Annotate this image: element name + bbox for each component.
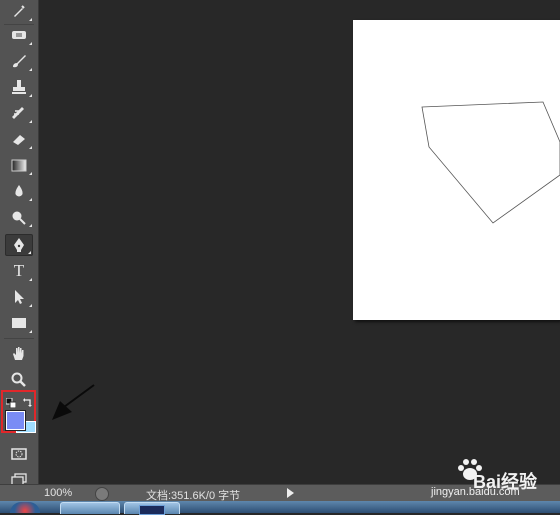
- eraser-tool[interactable]: [5, 128, 33, 150]
- swap-colors-icon[interactable]: [23, 394, 33, 407]
- watermark-url: jingyan.baidu.com: [431, 486, 520, 498]
- start-button[interactable]: [10, 502, 40, 513]
- eyedropper-tool[interactable]: [5, 0, 33, 22]
- zoom-level[interactable]: 100%: [44, 487, 72, 499]
- eyedropper-icon: [14, 5, 25, 17]
- eraser-icon: [13, 135, 25, 145]
- hand-tool[interactable]: [5, 342, 33, 364]
- clone-stamp-tool[interactable]: [5, 76, 33, 98]
- windows-taskbar: [0, 501, 560, 515]
- default-colors-icon[interactable]: [5, 395, 17, 409]
- brush-tool[interactable]: [5, 50, 33, 72]
- taskbar-ie-button[interactable]: [60, 502, 120, 514]
- blur-tool[interactable]: [5, 180, 33, 202]
- magnifier-icon: [11, 372, 26, 387]
- gradient-tool[interactable]: [5, 154, 33, 176]
- rectangle-tool[interactable]: [5, 312, 33, 334]
- status-info-icon[interactable]: [95, 487, 109, 501]
- zoom-tool[interactable]: [5, 368, 33, 390]
- polygon-path: [421, 101, 560, 224]
- pen-icon: [14, 238, 24, 252]
- arrow-cursor-icon: [15, 290, 24, 304]
- photoshop-app-icon: [139, 505, 165, 515]
- history-brush-tool[interactable]: [5, 102, 33, 124]
- quick-mask-button[interactable]: [5, 443, 33, 465]
- document-canvas[interactable]: [353, 20, 560, 320]
- dodge-tool[interactable]: [5, 206, 33, 228]
- brush-icon: [13, 55, 26, 68]
- rectangle-icon: [12, 318, 26, 328]
- type-tool[interactable]: T: [5, 260, 33, 282]
- spot-healing-tool[interactable]: [5, 24, 33, 46]
- color-swatches: [1, 390, 36, 433]
- stamp-icon: [12, 80, 26, 94]
- gradient-icon: [11, 159, 27, 172]
- pen-tool[interactable]: [5, 234, 33, 256]
- path-selection-tool[interactable]: [5, 286, 33, 308]
- status-menu-arrow-icon[interactable]: [287, 488, 294, 498]
- tools-panel: T: [0, 0, 39, 486]
- annotation-arrow: [52, 384, 95, 420]
- quick-mask-icon: [11, 448, 27, 460]
- foreground-color-swatch[interactable]: [6, 411, 25, 430]
- drop-icon: [15, 185, 23, 197]
- dodge-icon: [12, 211, 26, 225]
- hand-icon: [13, 347, 24, 360]
- type-icon: T: [13, 261, 25, 280]
- history-brush-icon: [12, 107, 24, 119]
- bandage-icon: [12, 31, 26, 39]
